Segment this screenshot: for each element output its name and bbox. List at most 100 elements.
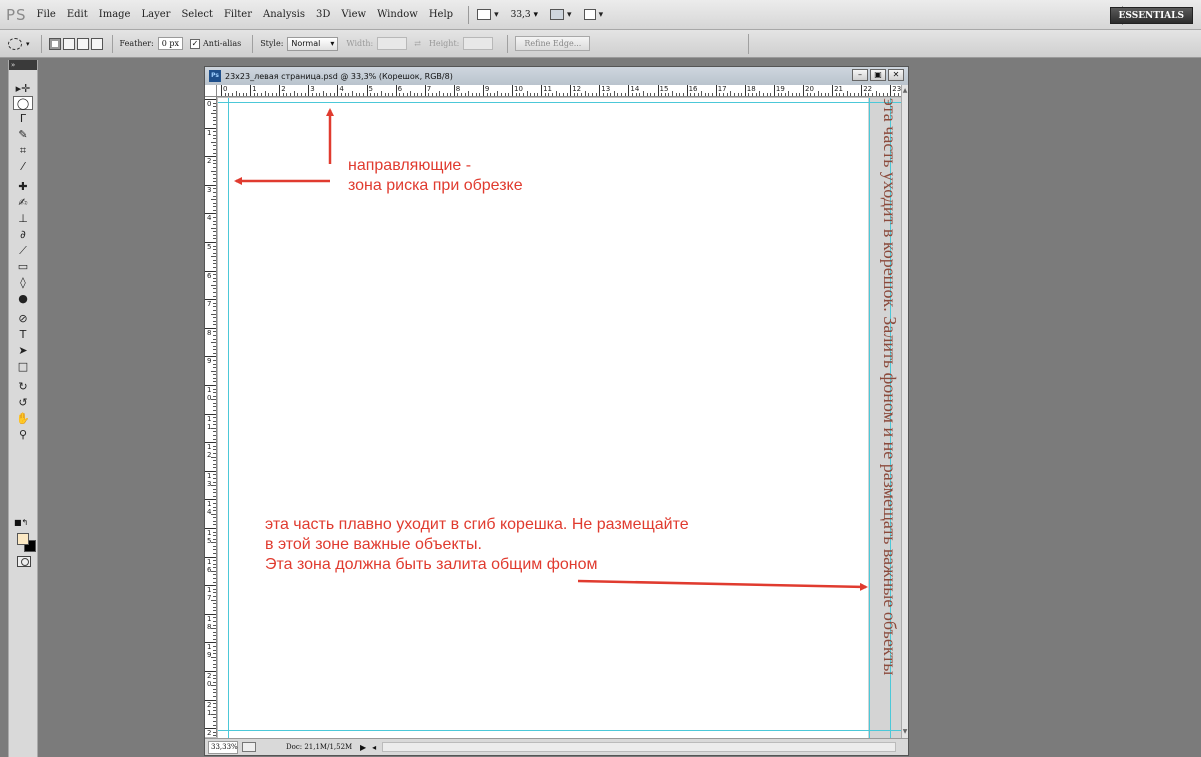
lasso-tool-icon[interactable]: ᒥ [13, 112, 33, 126]
horizontal-ruler[interactable]: 0 1 2 3 4 5 6 7 8 9 10 11 12 13 14 15 16 17 18 19 20 21 22 23 [217, 85, 901, 97]
marquee-tool-icon[interactable]: ◯ [13, 96, 33, 110]
hand-tool-icon[interactable]: ✋ [13, 412, 33, 426]
width-input[interactable] [377, 37, 408, 50]
dodge-tool-icon[interactable]: ● [13, 292, 33, 306]
quick-mask-icon[interactable] [17, 556, 31, 567]
shape-tool-icon[interactable]: □ [13, 360, 33, 374]
gradient-tool-icon[interactable]: ▭ [13, 260, 33, 274]
ruler-v-tick [213, 424, 216, 426]
ruler-h-tick [242, 93, 244, 96]
antialias-checkbox[interactable]: ✓ [190, 38, 201, 49]
vertical-scrollbar[interactable]: ▲ ▼ [901, 85, 908, 738]
feather-input[interactable]: 0 px [157, 37, 184, 50]
3d-rotate-tool-icon[interactable]: ↻ [13, 380, 33, 394]
ruler-origin[interactable] [205, 85, 217, 97]
add-selection-icon[interactable] [62, 37, 75, 50]
eyedropper-tool-icon[interactable]: ⁄ [13, 160, 33, 174]
horizontal-scrollbar[interactable] [382, 742, 896, 752]
restore-icon[interactable]: ▣ [870, 69, 886, 81]
scroll-up-icon[interactable]: ▲ [902, 87, 908, 95]
menu-window[interactable]: Window [377, 9, 418, 20]
elliptical-marquee-preset-icon[interactable] [8, 37, 22, 50]
style-select[interactable]: Normal ▾ [287, 36, 339, 51]
menu-file[interactable]: File [37, 9, 56, 20]
swap-dimensions-icon[interactable]: ⇄ [414, 39, 421, 48]
subtract-selection-icon[interactable] [76, 37, 89, 50]
ruler-h-tick [239, 93, 241, 96]
blur-tool-icon[interactable]: ◊ [13, 276, 33, 290]
scroll-left-icon[interactable]: ◂ [372, 743, 376, 752]
move-tool-icon[interactable]: ▸✛ [13, 82, 33, 96]
ruler-h-label: 14 [628, 85, 639, 96]
ruler-h-tick [650, 93, 652, 96]
path-selection-tool-icon[interactable]: ➤ [13, 344, 33, 358]
antialias-label: Anti-alias [203, 39, 242, 48]
zoom-level-dropdown[interactable]: 33,3 ▾ [511, 10, 538, 20]
ruler-h-tick [602, 93, 604, 96]
ruler-h-tick [864, 93, 866, 96]
menu-edit[interactable]: Edit [67, 9, 88, 20]
ruler-v-tick [213, 545, 216, 547]
intersect-selection-icon[interactable] [90, 37, 103, 50]
clone-stamp-tool-icon[interactable]: ⊥ [13, 212, 33, 226]
quick-selection-tool-icon[interactable]: ✎ [13, 128, 33, 142]
menu-image[interactable]: Image [99, 9, 131, 20]
ruler-v-tick [213, 338, 216, 340]
ruler-h-tick [446, 93, 448, 96]
ruler-h-tick [726, 93, 728, 96]
menu-3d[interactable]: 3D [316, 9, 330, 20]
new-selection-icon[interactable] [48, 37, 61, 50]
ruler-v-tick [213, 560, 216, 562]
screen-mode-icon[interactable]: ▾ [583, 9, 603, 20]
type-tool-icon[interactable]: T [13, 328, 33, 342]
status-info-icon[interactable] [242, 742, 256, 752]
history-brush-tool-icon[interactable]: ∂ [13, 228, 33, 242]
menu-layer[interactable]: Layer [141, 9, 170, 20]
pen-tool-icon[interactable]: ⊘ [13, 312, 33, 326]
menu-filter[interactable]: Filter [224, 9, 252, 20]
ruler-v-tick [213, 420, 216, 422]
ruler-v-tick [213, 520, 216, 522]
preset-dropdown-icon[interactable]: ▾ [26, 40, 30, 48]
arrange-documents-icon[interactable]: ▾ [550, 9, 572, 20]
crop-tool-icon[interactable]: ⌗ [13, 144, 33, 158]
document-tab[interactable]: Ps 23x23_левая страница.psd @ 33,3% (Кор… [205, 67, 908, 85]
healing-brush-tool-icon[interactable]: ✚ [13, 180, 33, 194]
ruler-v-tick [213, 388, 216, 390]
foreground-color-swatch[interactable] [17, 533, 29, 545]
ruler-h-tick [391, 93, 393, 96]
refine-edge-button[interactable]: Refine Edge... [515, 36, 591, 51]
ruler-h-tick [421, 93, 423, 96]
status-menu-arrow-icon[interactable]: ▶ [360, 743, 366, 752]
menu-help[interactable]: Help [429, 9, 453, 20]
ruler-h-tick [468, 91, 470, 96]
bridge-launch-icon[interactable]: ▾ [477, 9, 499, 20]
3d-orbit-tool-icon[interactable]: ↺ [13, 396, 33, 410]
canvas[interactable]: направляющие - зона риска при обрезке эт… [218, 98, 901, 738]
ruler-h-tick [824, 93, 826, 96]
ruler-h-tick [697, 93, 699, 96]
zoom-tool-icon[interactable]: ⚲ [13, 428, 33, 442]
ruler-h-tick [668, 93, 670, 96]
scroll-down-icon[interactable]: ▼ [902, 728, 908, 736]
menu-view[interactable]: View [341, 9, 366, 20]
ruler-h-tick [821, 93, 823, 96]
window-controls: – ▣ ✕ [852, 69, 904, 81]
eraser-tool-icon[interactable]: ⟋ [13, 244, 33, 258]
vertical-ruler[interactable]: 01234567891 01 11 21 31 41 51 61 71 81 9… [205, 97, 217, 737]
ruler-v-tick [213, 449, 216, 451]
default-colors-icon[interactable]: ■↰ [14, 518, 28, 527]
height-input[interactable] [463, 37, 494, 50]
minimize-icon[interactable]: – [852, 69, 868, 81]
ruler-v-tick [213, 460, 216, 462]
menu-analysis[interactable]: Analysis [263, 9, 305, 20]
close-icon[interactable]: ✕ [888, 69, 904, 81]
brush-tool-icon[interactable]: ✍ [13, 196, 33, 210]
status-zoom-field[interactable]: 33,33% [208, 740, 238, 754]
workspace-essentials-button[interactable]: ESSENTIALS [1109, 7, 1193, 24]
ruler-v-tick [211, 656, 216, 658]
menu-select[interactable]: Select [181, 9, 213, 20]
ruler-h-tick [664, 93, 666, 96]
panel-collapse-icon[interactable]: » [9, 60, 37, 70]
ruler-v-tick [213, 724, 216, 726]
